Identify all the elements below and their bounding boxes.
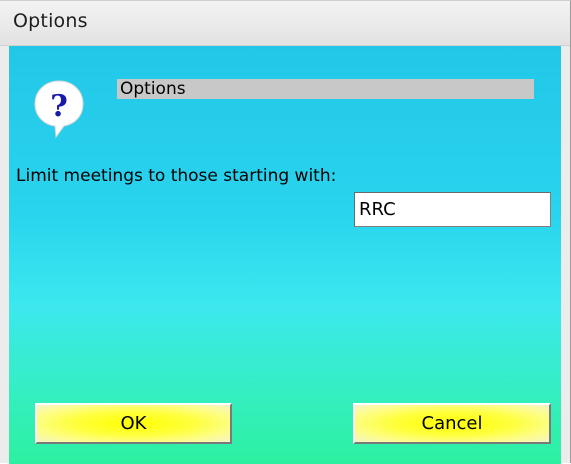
ok-button[interactable]: OK [35, 403, 232, 444]
header-bar: Options [117, 79, 534, 99]
dialog-client-area: ? Options Limit meetings to those starti… [9, 46, 561, 464]
limit-meetings-label: Limit meetings to those starting with: [16, 166, 337, 186]
meeting-prefix-input[interactable] [354, 192, 551, 227]
cancel-button[interactable]: Cancel [353, 403, 551, 444]
window-title: Options [13, 10, 88, 32]
title-bar[interactable]: Options [0, 1, 570, 46]
svg-text:?: ? [50, 89, 68, 124]
options-window: Options ? Options Limit meetings to thos… [0, 0, 571, 464]
help-question-icon: ? [34, 80, 84, 139]
header-title: Options [120, 79, 186, 99]
